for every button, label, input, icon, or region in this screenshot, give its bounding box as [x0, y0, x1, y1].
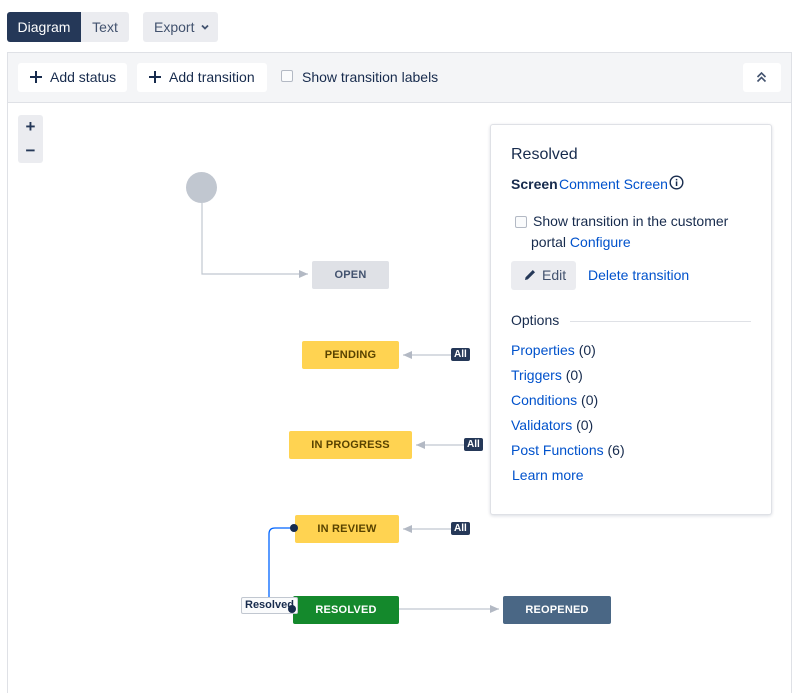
option-count: (0)	[565, 367, 583, 383]
option-label[interactable]: Validators	[511, 417, 572, 433]
option-conditions[interactable]: Conditions (0)	[511, 392, 598, 408]
options-heading: Options	[511, 312, 560, 328]
status-reopened[interactable]: REOPENED	[503, 596, 611, 624]
delete-transition-link[interactable]: Delete transition	[588, 267, 689, 283]
option-count: (0)	[581, 392, 599, 408]
option-label[interactable]: Conditions	[511, 392, 577, 408]
global-transition-badge[interactable]: All	[464, 438, 483, 451]
edit-label: Edit	[542, 267, 567, 283]
transition-create[interactable]	[201, 203, 308, 278]
status-in-review[interactable]: IN REVIEW	[295, 515, 399, 543]
transition-handle[interactable]	[290, 524, 298, 532]
pencil-icon	[525, 270, 535, 280]
screen-link[interactable]: Comment Screen	[559, 176, 668, 192]
option-properties[interactable]: Properties (0)	[511, 342, 596, 358]
configure-link[interactable]: Configure	[570, 234, 631, 250]
options-divider	[570, 321, 751, 322]
customer-portal-label-end: portal	[531, 234, 567, 250]
option-count: (6)	[607, 442, 625, 458]
customer-portal-label: Show transition in the customer	[533, 213, 729, 229]
transition-handle[interactable]	[288, 605, 296, 613]
status-open[interactable]: OPEN	[312, 261, 389, 289]
option-label[interactable]: Properties	[511, 342, 575, 358]
global-transition-badge[interactable]: All	[451, 522, 470, 535]
transition-resolved-selected[interactable]	[268, 527, 294, 597]
option-validators[interactable]: Validators (0)	[511, 417, 593, 433]
option-post-functions[interactable]: Post Functions (6)	[511, 442, 625, 458]
edit-transition-button[interactable]: Edit	[511, 261, 576, 290]
info-icon[interactable]	[669, 175, 684, 190]
customer-portal-label-cont: portal Configure	[531, 234, 631, 250]
status-resolved[interactable]: RESOLVED	[293, 596, 399, 624]
screen-label: Screen	[511, 176, 558, 192]
global-transition-badge[interactable]: All	[451, 348, 470, 361]
learn-more-link[interactable]: Learn more	[512, 467, 584, 483]
start-node[interactable]	[186, 172, 217, 203]
customer-portal-checkbox[interactable]	[515, 216, 527, 228]
status-pending[interactable]: PENDING	[302, 341, 399, 369]
panel-title: Resolved	[511, 146, 578, 163]
option-count: (0)	[576, 417, 594, 433]
option-count: (0)	[578, 342, 596, 358]
status-in-progress[interactable]: IN PROGRESS	[289, 431, 412, 459]
option-label[interactable]: Post Functions	[511, 442, 604, 458]
option-label[interactable]: Triggers	[511, 367, 562, 383]
option-triggers[interactable]: Triggers (0)	[511, 367, 583, 383]
